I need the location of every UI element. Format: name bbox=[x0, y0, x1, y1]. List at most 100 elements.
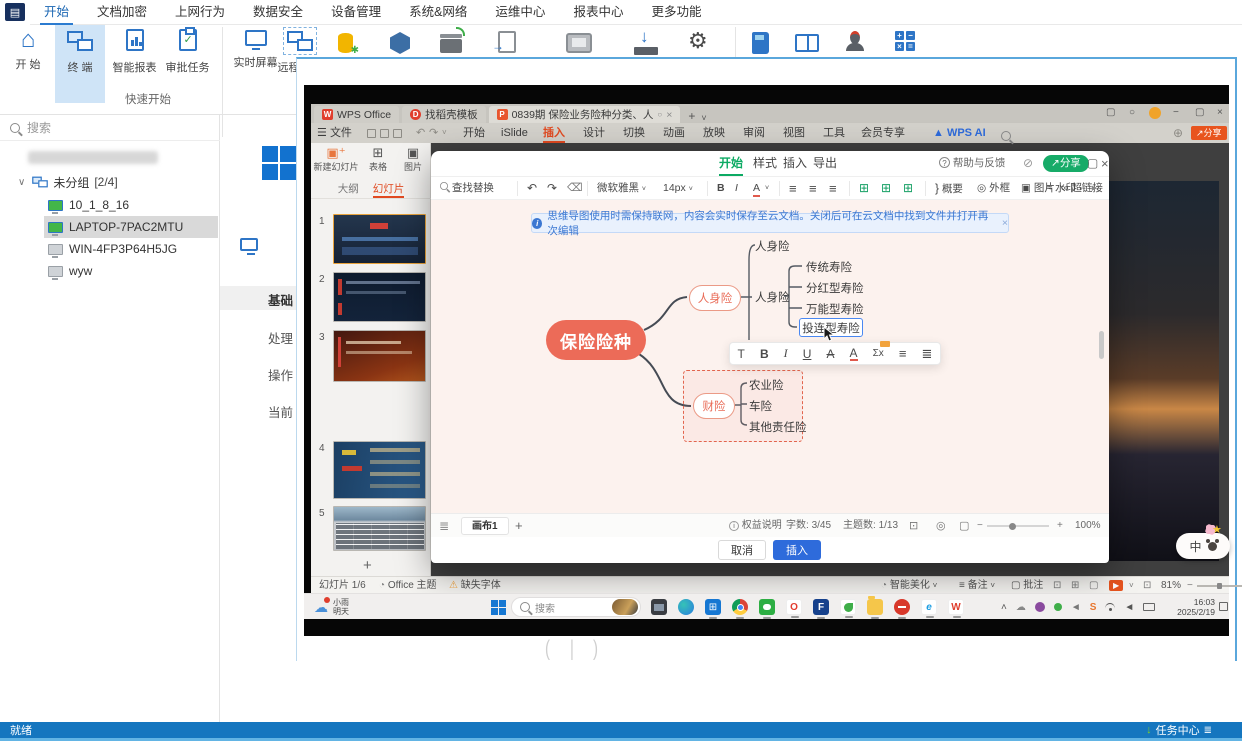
folder-icon[interactable] bbox=[867, 596, 883, 619]
tree-item-terminal-selected[interactable]: LAPTOP-7PAC2MTU bbox=[0, 216, 220, 238]
wps-home-tab[interactable]: W WPS Office bbox=[314, 106, 400, 123]
dialog-tab-export[interactable]: 导出 bbox=[813, 151, 837, 176]
chevron-down-icon[interactable]: ˅ bbox=[765, 177, 769, 200]
menu-start[interactable]: 开始 bbox=[30, 0, 83, 25]
software-package-icon[interactable] bbox=[338, 33, 359, 58]
menu-more[interactable]: 更多功能 bbox=[637, 0, 715, 25]
green-status-icon[interactable] bbox=[1053, 603, 1062, 611]
edge-icon[interactable] bbox=[678, 599, 694, 615]
cloud-tray-icon[interactable]: ☁ bbox=[1016, 602, 1026, 613]
clock[interactable]: 16:03 2025/2/19 bbox=[1171, 594, 1215, 620]
dialog-share-button[interactable]: ↗分享 bbox=[1043, 155, 1089, 172]
redo-icon[interactable]: ↷ bbox=[429, 123, 438, 143]
insert-button[interactable]: 插入 bbox=[773, 540, 821, 560]
align-right-icon[interactable]: ≡ bbox=[829, 177, 837, 200]
sorter-view-icon[interactable]: ⊞ bbox=[1071, 577, 1079, 594]
insert-table-button[interactable]: ⊞ 表格 bbox=[363, 146, 393, 173]
font-color-icon[interactable]: A bbox=[849, 347, 858, 361]
slides-tab[interactable]: 幻灯片 bbox=[372, 181, 405, 198]
align-center-icon[interactable]: ≡ bbox=[809, 177, 817, 200]
weather-widget[interactable]: ☁ 小雨 明天 bbox=[314, 594, 349, 620]
theme-indicator[interactable]: ◔ Office 主题 bbox=[379, 577, 437, 594]
mindmap-leaf-node[interactable]: 农业险 bbox=[749, 377, 784, 393]
calculator-icon[interactable]: + − × = bbox=[895, 31, 915, 51]
add-slide-button[interactable]: + bbox=[363, 557, 372, 574]
green-app-icon[interactable] bbox=[840, 599, 856, 618]
fit-screen-icon[interactable]: ⊡ bbox=[909, 514, 918, 538]
menu-device-mgmt[interactable]: 设备管理 bbox=[317, 0, 395, 25]
ribbon-approval-button[interactable]: 审批任务 bbox=[160, 27, 215, 75]
tree-item-terminal[interactable]: 10_1_8_16 bbox=[0, 194, 220, 216]
minimap-icon[interactable]: ▢ bbox=[959, 514, 969, 538]
quick-save-icon[interactable] bbox=[367, 123, 406, 143]
bullet-list-icon[interactable]: ≡ bbox=[899, 346, 907, 361]
mindmap-child-node[interactable]: 人身险 bbox=[755, 238, 790, 254]
slide-thumbnail-2[interactable] bbox=[333, 272, 426, 322]
mindmap-leaf-node[interactable]: 车险 bbox=[749, 398, 772, 414]
menu-slideshow[interactable]: 放映 bbox=[703, 123, 725, 143]
menu-home[interactable]: 开始 bbox=[463, 123, 485, 143]
fit-window-icon[interactable]: ⊡ bbox=[1143, 577, 1151, 594]
menu-insert[interactable]: 插入 bbox=[543, 123, 565, 143]
slide-thumbnail-4[interactable] bbox=[333, 441, 426, 499]
canvas-stack-icon[interactable]: ≣ bbox=[439, 514, 449, 538]
italic-icon[interactable]: I bbox=[784, 346, 788, 361]
explorer-icon[interactable] bbox=[651, 599, 667, 615]
format-clear-icon[interactable]: ⌫ bbox=[567, 177, 583, 200]
f-app-icon[interactable]: F bbox=[813, 599, 829, 619]
wifi-icon[interactable] bbox=[1105, 603, 1116, 611]
wps-icon[interactable]: W bbox=[948, 599, 964, 618]
menu-system-network[interactable]: 系统&网络 bbox=[395, 0, 481, 25]
tree-group-row[interactable]: ∨ 未分组 [2/4] bbox=[0, 171, 220, 193]
notes-button[interactable]: ≡ 备注 ˅ bbox=[959, 577, 995, 594]
sidebar-search-input[interactable]: 搜索 bbox=[0, 115, 220, 141]
beautify-button[interactable]: ◔ 智能美化 ˅ bbox=[881, 577, 937, 594]
taskbar-search-input[interactable]: 搜索 bbox=[511, 597, 641, 617]
tree-item-terminal[interactable]: WIN-4FP3P64H5JG bbox=[0, 238, 220, 260]
mindmap-canvas[interactable]: i 思维导图使用时需保持联网，内容会实时保存至云文档。关闭后可在云文档中找到文件… bbox=[431, 200, 1109, 513]
account-avatar[interactable] bbox=[1149, 107, 1161, 119]
redo-icon[interactable]: ↷ bbox=[547, 177, 557, 200]
menu-design[interactable]: 设计 bbox=[583, 123, 605, 143]
new-slide-button[interactable]: ▣⁺ 新建幻灯片 bbox=[313, 146, 359, 173]
mindmap-root-node[interactable]: 保险险种 bbox=[546, 320, 646, 360]
minimize-button[interactable]: − bbox=[1173, 107, 1179, 118]
purple-app-icon[interactable] bbox=[1034, 602, 1045, 612]
dialog-tab-style[interactable]: 样式 bbox=[753, 151, 777, 176]
ribbon-terminal-button[interactable]: 终 端 bbox=[55, 27, 105, 75]
help-feedback-button[interactable]: ? 帮助与反馈 bbox=[939, 151, 1005, 176]
chevron-down-icon[interactable]: ˅ bbox=[442, 123, 447, 143]
remote-screen[interactable]: W WPS Office D 找稻壳模板 P 0839期 保险业务险种分类、人 … bbox=[304, 85, 1242, 636]
file-menu[interactable]: ☰ 文件 bbox=[317, 123, 352, 143]
menu-doc-encrypt[interactable]: 文档加密 bbox=[83, 0, 161, 25]
normal-view-icon[interactable]: ⊡ bbox=[1053, 577, 1061, 594]
settings-gear-icon[interactable]: ⚙ bbox=[688, 30, 708, 52]
insert-image-button[interactable]: ▣ 图片 bbox=[399, 146, 427, 173]
s-app-icon[interactable]: S bbox=[1090, 602, 1097, 613]
layout-tree-icon[interactable]: ⊞ bbox=[881, 177, 891, 200]
wps-ai-button[interactable]: ▲ WPS AI bbox=[933, 123, 986, 143]
chrome-icon[interactable] bbox=[732, 599, 748, 619]
start-button[interactable] bbox=[491, 594, 506, 620]
menu-animation[interactable]: 动画 bbox=[663, 123, 685, 143]
zoom-level[interactable]: 81% bbox=[1161, 577, 1181, 594]
ie-icon[interactable]: e bbox=[921, 599, 937, 618]
bold-icon[interactable]: B bbox=[717, 177, 725, 200]
summary-button[interactable]: } 概要 bbox=[935, 177, 963, 200]
close-button[interactable]: × bbox=[1217, 107, 1223, 118]
ribbon-smart-report-button[interactable]: 智能报表 bbox=[107, 27, 162, 75]
find-replace-button[interactable]: 查找替换 bbox=[439, 177, 494, 200]
support-agent-icon[interactable] bbox=[845, 31, 865, 56]
canvas-tab[interactable]: 画布1 bbox=[461, 517, 509, 535]
notebook-icon[interactable] bbox=[752, 32, 769, 59]
font-color-icon[interactable]: A bbox=[753, 180, 761, 197]
menu-web-behavior[interactable]: 上网行为 bbox=[161, 0, 239, 25]
tree-item-terminal[interactable]: wyw bbox=[0, 260, 220, 282]
undo-icon[interactable]: ↶ bbox=[527, 177, 537, 200]
zoom-out-icon[interactable]: − bbox=[977, 514, 983, 538]
zoom-slider[interactable] bbox=[987, 522, 1049, 530]
mindmap-leaf-node[interactable]: 分红型寿险 bbox=[806, 280, 864, 296]
store-icon[interactable]: ⊞ bbox=[705, 599, 721, 619]
zoom-in-icon[interactable]: + bbox=[1057, 514, 1063, 538]
slide-thumbnail-3[interactable] bbox=[333, 330, 426, 382]
